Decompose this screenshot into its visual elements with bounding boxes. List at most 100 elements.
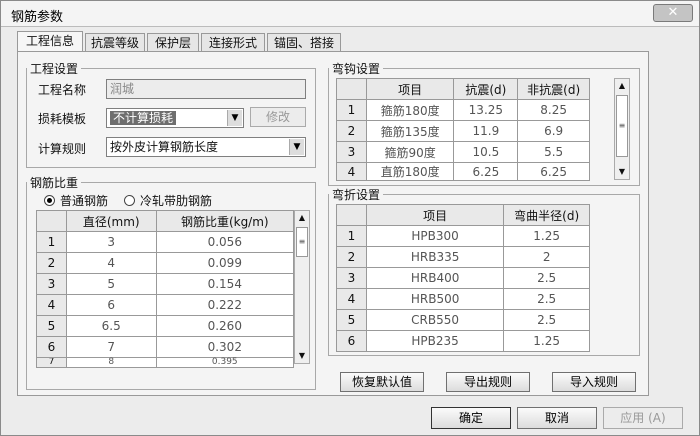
tab-project-info[interactable]: 工程信息 — [17, 31, 83, 53]
scroll-down-icon[interactable]: ▼ — [295, 349, 309, 363]
table-row[interactable]: 3 箍筋90度 10.5 5.5 — [336, 141, 590, 163]
bend-item-cell[interactable]: HRB400 — [365, 267, 505, 289]
row-number-header — [336, 78, 367, 100]
table-row[interactable]: 4 6 0.222 — [36, 294, 295, 316]
table-row[interactable]: 5 6.5 0.260 — [36, 315, 295, 337]
scroll-up-icon[interactable]: ▲ — [615, 79, 629, 93]
diameter-cell[interactable]: 4 — [65, 252, 157, 274]
bend-radius-cell[interactable]: 1.25 — [503, 225, 590, 247]
bend-item-cell[interactable]: HPB300 — [365, 225, 505, 247]
table-row[interactable]: 4 直筋180度 6.25 6.25 — [336, 162, 590, 181]
chevron-down-icon[interactable]: ▼ — [289, 139, 304, 155]
close-icon[interactable]: ✕ — [653, 4, 693, 22]
calc-rule-select[interactable]: 按外皮计算钢筋长度 ▼ — [106, 137, 306, 157]
import-rules-button[interactable]: 导入规则 — [552, 372, 636, 392]
steel-params-dialog: 钢筋参数 ✕ 工程信息 抗震等级 保护层 连接形式 锚固、搭接 工程设置 工程名… — [0, 0, 700, 436]
non-seismic-cell[interactable]: 5.5 — [517, 141, 590, 163]
bend-radius-cell[interactable]: 1.25 — [503, 330, 590, 352]
scroll-up-icon[interactable]: ▲ — [295, 211, 309, 225]
hook-table: 项目 抗震(d) 非抗震(d) 1 箍筋180度 13.25 8.25 2 箍筋135度… — [336, 78, 590, 181]
weight-cell[interactable]: 0.302 — [155, 336, 295, 358]
bend-radius-cell[interactable]: 2.5 — [503, 288, 590, 310]
row-number: 2 — [36, 252, 67, 274]
column-header: 弯曲半径(d) — [503, 204, 590, 226]
tab-connection[interactable]: 连接形式 — [201, 33, 265, 53]
table-row[interactable]: 6 7 0.302 — [36, 336, 295, 358]
radio-cold-label: 冷轧带肋钢筋 — [140, 194, 213, 208]
bend-item-cell[interactable]: HRB500 — [365, 288, 505, 310]
loss-template-select[interactable]: 不计算损耗 ▼ — [106, 108, 244, 128]
radio-cold-rolled[interactable] — [124, 195, 135, 206]
table-header-row: 项目 弯曲半径(d) — [336, 204, 590, 226]
column-header: 抗震(d) — [453, 78, 519, 100]
row-number: 5 — [36, 315, 67, 337]
table-row[interactable]: 4 HRB500 2.5 — [336, 288, 590, 310]
table-header-row: 项目 抗震(d) 非抗震(d) — [336, 78, 590, 100]
table-row[interactable]: 3 HRB400 2.5 — [336, 267, 590, 289]
diameter-cell[interactable]: 5 — [65, 273, 157, 295]
bend-item-cell[interactable]: HRB335 — [365, 246, 505, 268]
density-scrollbar[interactable]: ▲ ≡ ▼ — [294, 210, 310, 364]
edit-button[interactable]: 修改 — [250, 107, 306, 127]
row-number: 3 — [36, 273, 67, 295]
project-name-field[interactable]: 润城 — [106, 79, 306, 99]
bend-radius-cell[interactable]: 2.5 — [503, 267, 590, 289]
row-number: 4 — [336, 162, 367, 181]
diameter-cell[interactable]: 3 — [65, 231, 157, 253]
seismic-cell[interactable]: 10.5 — [453, 141, 519, 163]
row-number: 1 — [336, 225, 367, 247]
row-number: 2 — [336, 246, 367, 268]
hook-item-cell[interactable]: 箍筋90度 — [365, 141, 455, 163]
weight-cell[interactable]: 0.154 — [155, 273, 295, 295]
weight-cell[interactable]: 0.395 — [155, 357, 295, 368]
tab-panel: 工程设置 工程名称 润城 损耗模板 不计算损耗 ▼ 修改 计算规则 按外皮计算钢… — [17, 51, 649, 396]
weight-cell[interactable]: 0.222 — [155, 294, 295, 316]
hook-item-cell[interactable]: 直筋180度 — [365, 162, 455, 181]
table-row[interactable]: 7 8 0.395 — [36, 357, 295, 368]
bend-radius-cell[interactable]: 2.5 — [503, 309, 590, 331]
weight-cell[interactable]: 0.099 — [155, 252, 295, 274]
cancel-button[interactable]: 取消 — [517, 407, 597, 429]
seismic-cell[interactable]: 13.25 — [453, 99, 519, 121]
tab-seismic-level[interactable]: 抗震等级 — [85, 33, 145, 53]
restore-defaults-button[interactable]: 恢复默认值 — [340, 372, 424, 392]
table-row[interactable]: 1 3 0.056 — [36, 231, 295, 253]
table-row[interactable]: 3 5 0.154 — [36, 273, 295, 295]
diameter-cell[interactable]: 8 — [65, 357, 157, 368]
non-seismic-cell[interactable]: 6.25 — [517, 162, 590, 181]
tab-cover[interactable]: 保护层 — [147, 33, 199, 53]
non-seismic-cell[interactable]: 6.9 — [517, 120, 590, 142]
diameter-cell[interactable]: 6.5 — [65, 315, 157, 337]
scroll-thumb[interactable]: ≡ — [296, 227, 308, 257]
scroll-down-icon[interactable]: ▼ — [615, 165, 629, 179]
bend-item-cell[interactable]: HPB235 — [365, 330, 505, 352]
hook-item-cell[interactable]: 箍筋180度 — [365, 99, 455, 121]
hook-scrollbar[interactable]: ▲ ≡ ▼ — [614, 78, 630, 180]
weight-cell[interactable]: 0.260 — [155, 315, 295, 337]
bend-item-cell[interactable]: CRB550 — [365, 309, 505, 331]
tab-anchorage[interactable]: 锚固、搭接 — [267, 33, 341, 53]
apply-button[interactable]: 应用 (A) — [603, 407, 683, 429]
bend-radius-cell[interactable]: 2 — [503, 246, 590, 268]
radio-normal-steel[interactable] — [44, 195, 55, 206]
table-row[interactable]: 1 HPB300 1.25 — [336, 225, 590, 247]
row-number: 5 — [336, 309, 367, 331]
non-seismic-cell[interactable]: 8.25 — [517, 99, 590, 121]
seismic-cell[interactable]: 6.25 — [453, 162, 519, 181]
table-row[interactable]: 6 HPB235 1.25 — [336, 330, 590, 352]
table-row[interactable]: 2 4 0.099 — [36, 252, 295, 274]
diameter-cell[interactable]: 6 — [65, 294, 157, 316]
chevron-down-icon[interactable]: ▼ — [227, 110, 242, 126]
seismic-cell[interactable]: 11.9 — [453, 120, 519, 142]
export-rules-button[interactable]: 导出规则 — [446, 372, 530, 392]
table-row[interactable]: 2 箍筋135度 11.9 6.9 — [336, 120, 590, 142]
table-row[interactable]: 5 CRB550 2.5 — [336, 309, 590, 331]
diameter-cell[interactable]: 7 — [65, 336, 157, 358]
table-row[interactable]: 2 HRB335 2 — [336, 246, 590, 268]
scroll-thumb[interactable]: ≡ — [616, 95, 628, 157]
hook-item-cell[interactable]: 箍筋135度 — [365, 120, 455, 142]
weight-cell[interactable]: 0.056 — [155, 231, 295, 253]
ok-button[interactable]: 确定 — [431, 407, 511, 429]
table-row[interactable]: 1 箍筋180度 13.25 8.25 — [336, 99, 590, 121]
bend-settings-legend: 弯折设置 — [332, 188, 381, 202]
